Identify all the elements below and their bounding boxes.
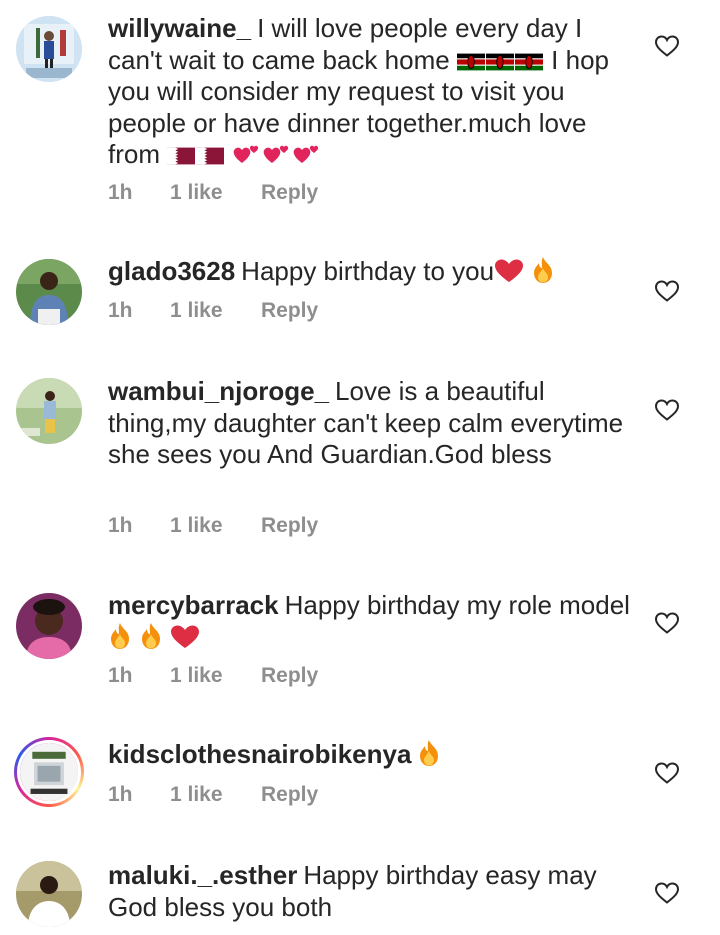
- two-hearts-emoji: [232, 139, 322, 169]
- comment-username[interactable]: kidsclothesnairobikenya: [108, 739, 411, 769]
- comment-username[interactable]: glado3628: [108, 256, 235, 286]
- comment-time: 1h: [108, 299, 133, 322]
- comment-likes[interactable]: 1 like: [170, 181, 223, 205]
- avatar-story-ring[interactable]: [14, 737, 84, 807]
- comment-text: wambui_njoroge_ Love is a beautiful thing…: [108, 376, 633, 471]
- avatar-photo: [16, 861, 82, 927]
- fire-emoji: [139, 622, 163, 652]
- avatar-photo: [16, 259, 82, 325]
- comment-likes[interactable]: 1 like: [170, 514, 223, 538]
- like-heart-icon[interactable]: [654, 611, 680, 635]
- kenya-flag-emoji: [456, 45, 551, 75]
- red-heart-emoji: [170, 622, 200, 652]
- avatar-photo: [20, 743, 78, 801]
- comment-username[interactable]: mercybarrack: [108, 590, 279, 620]
- avatar: [17, 740, 81, 804]
- like-heart-icon[interactable]: [654, 34, 680, 58]
- avatar[interactable]: [16, 861, 82, 927]
- comment-text: mercybarrack Happy birthday my role model: [108, 590, 633, 653]
- comment-time: 1h: [108, 783, 133, 806]
- avatar-photo: [16, 593, 82, 659]
- like-heart-icon[interactable]: [654, 761, 680, 785]
- comment-text: kidsclothesnairobikenya: [108, 739, 633, 771]
- comment-time: 1h: [108, 181, 133, 204]
- fire-emoji: [417, 739, 441, 769]
- fire-emoji: [108, 622, 132, 652]
- avatar-photo: [16, 378, 82, 444]
- qatar-flag-emoji: [167, 139, 232, 169]
- comment-likes[interactable]: 1 like: [170, 783, 223, 807]
- comment-body: Happy birthday my role model: [284, 590, 630, 620]
- reply-button[interactable]: Reply: [261, 783, 318, 807]
- avatar-photo: [16, 16, 82, 82]
- comment-likes[interactable]: 1 like: [170, 664, 223, 688]
- red-heart-emoji: [494, 256, 524, 286]
- avatar[interactable]: [16, 259, 82, 325]
- comment-body: Happy birthday to you: [241, 256, 495, 286]
- reply-button[interactable]: Reply: [261, 664, 318, 688]
- avatar[interactable]: [16, 16, 82, 82]
- like-heart-icon[interactable]: [654, 398, 680, 422]
- fire-emoji: [531, 256, 555, 286]
- comment-text: glado3628 Happy birthday to you: [108, 256, 633, 288]
- reply-button[interactable]: Reply: [261, 299, 318, 323]
- comment-text: willywaine_ I will love people every day …: [108, 13, 633, 171]
- comment-username[interactable]: willywaine_: [108, 13, 251, 43]
- avatar[interactable]: [16, 378, 82, 444]
- avatar[interactable]: [16, 593, 82, 659]
- comment-time: 1h: [108, 514, 133, 537]
- comment-username[interactable]: wambui_njoroge_: [108, 376, 329, 406]
- comment-likes[interactable]: 1 like: [170, 299, 223, 323]
- like-heart-icon[interactable]: [654, 881, 680, 905]
- reply-button[interactable]: Reply: [261, 514, 318, 538]
- comment-time: 1h: [108, 664, 133, 687]
- comment-username[interactable]: maluki._.esther: [108, 860, 297, 890]
- like-heart-icon[interactable]: [654, 279, 680, 303]
- reply-button[interactable]: Reply: [261, 181, 318, 205]
- comment-text: maluki._.esther Happy birthday easy may G…: [108, 860, 633, 923]
